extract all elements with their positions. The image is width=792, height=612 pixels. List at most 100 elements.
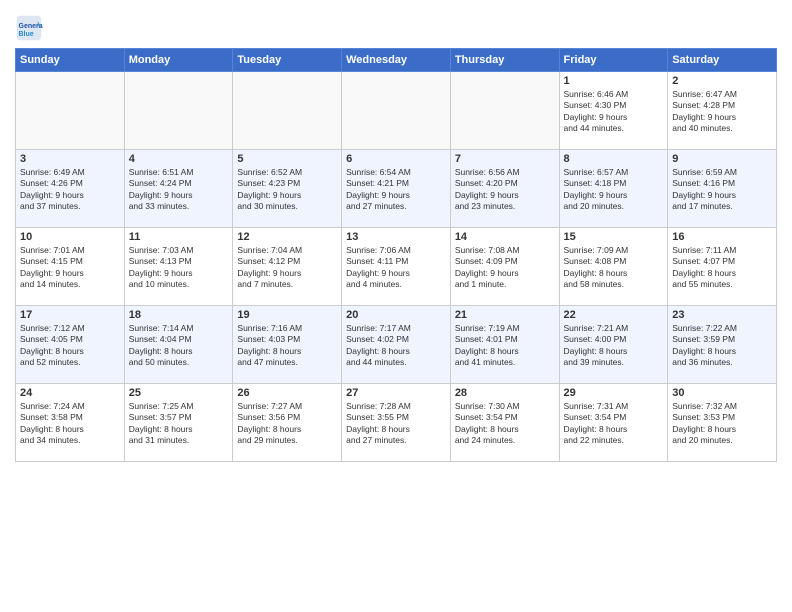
col-header-wednesday: Wednesday: [342, 49, 451, 72]
day-info: Sunrise: 7:11 AM Sunset: 4:07 PM Dayligh…: [672, 245, 772, 291]
day-info: Sunrise: 7:12 AM Sunset: 4:05 PM Dayligh…: [20, 323, 120, 369]
col-header-saturday: Saturday: [668, 49, 777, 72]
calendar-cell: [342, 72, 451, 150]
day-number: 7: [455, 153, 555, 165]
day-info: Sunrise: 7:06 AM Sunset: 4:11 PM Dayligh…: [346, 245, 446, 291]
calendar-cell: 10 Sunrise: 7:01 AM Sunset: 4:15 PM Dayli…: [16, 228, 125, 306]
day-number: 3: [20, 153, 120, 165]
logo-icon: General Blue: [15, 14, 43, 42]
day-info: Sunrise: 7:22 AM Sunset: 3:59 PM Dayligh…: [672, 323, 772, 369]
day-number: 12: [237, 231, 337, 243]
calendar-cell: [16, 72, 125, 150]
col-header-friday: Friday: [559, 49, 668, 72]
calendar-week-row: 1 Sunrise: 6:46 AM Sunset: 4:30 PM Daylig…: [16, 72, 777, 150]
col-header-tuesday: Tuesday: [233, 49, 342, 72]
day-number: 17: [20, 309, 120, 321]
calendar-cell: 12 Sunrise: 7:04 AM Sunset: 4:12 PM Dayli…: [233, 228, 342, 306]
calendar-table: SundayMondayTuesdayWednesdayThursdayFrid…: [15, 48, 777, 462]
day-number: 29: [564, 387, 664, 399]
day-number: 14: [455, 231, 555, 243]
day-number: 15: [564, 231, 664, 243]
calendar-cell: 27 Sunrise: 7:28 AM Sunset: 3:55 PM Dayli…: [342, 384, 451, 462]
calendar-cell: [124, 72, 233, 150]
day-number: 6: [346, 153, 446, 165]
calendar-cell: 8 Sunrise: 6:57 AM Sunset: 4:18 PM Daylig…: [559, 150, 668, 228]
day-info: Sunrise: 6:52 AM Sunset: 4:23 PM Dayligh…: [237, 167, 337, 213]
day-number: 5: [237, 153, 337, 165]
day-info: Sunrise: 7:19 AM Sunset: 4:01 PM Dayligh…: [455, 323, 555, 369]
day-info: Sunrise: 6:54 AM Sunset: 4:21 PM Dayligh…: [346, 167, 446, 213]
day-number: 13: [346, 231, 446, 243]
day-info: Sunrise: 7:32 AM Sunset: 3:53 PM Dayligh…: [672, 401, 772, 447]
day-info: Sunrise: 7:03 AM Sunset: 4:13 PM Dayligh…: [129, 245, 229, 291]
calendar-cell: 7 Sunrise: 6:56 AM Sunset: 4:20 PM Daylig…: [450, 150, 559, 228]
calendar-cell: 25 Sunrise: 7:25 AM Sunset: 3:57 PM Dayli…: [124, 384, 233, 462]
day-number: 27: [346, 387, 446, 399]
calendar-cell: 24 Sunrise: 7:24 AM Sunset: 3:58 PM Dayli…: [16, 384, 125, 462]
day-info: Sunrise: 6:49 AM Sunset: 4:26 PM Dayligh…: [20, 167, 120, 213]
logo: General Blue: [15, 14, 47, 42]
calendar-week-row: 24 Sunrise: 7:24 AM Sunset: 3:58 PM Dayli…: [16, 384, 777, 462]
day-number: 1: [564, 75, 664, 87]
day-number: 23: [672, 309, 772, 321]
calendar-week-row: 17 Sunrise: 7:12 AM Sunset: 4:05 PM Dayli…: [16, 306, 777, 384]
day-number: 4: [129, 153, 229, 165]
day-number: 20: [346, 309, 446, 321]
calendar-cell: 26 Sunrise: 7:27 AM Sunset: 3:56 PM Dayli…: [233, 384, 342, 462]
day-info: Sunrise: 6:56 AM Sunset: 4:20 PM Dayligh…: [455, 167, 555, 213]
col-header-sunday: Sunday: [16, 49, 125, 72]
day-info: Sunrise: 7:28 AM Sunset: 3:55 PM Dayligh…: [346, 401, 446, 447]
calendar-cell: 21 Sunrise: 7:19 AM Sunset: 4:01 PM Dayli…: [450, 306, 559, 384]
day-number: 26: [237, 387, 337, 399]
day-number: 10: [20, 231, 120, 243]
calendar-header-row: SundayMondayTuesdayWednesdayThursdayFrid…: [16, 49, 777, 72]
day-info: Sunrise: 7:25 AM Sunset: 3:57 PM Dayligh…: [129, 401, 229, 447]
calendar-cell: 5 Sunrise: 6:52 AM Sunset: 4:23 PM Daylig…: [233, 150, 342, 228]
calendar-week-row: 10 Sunrise: 7:01 AM Sunset: 4:15 PM Dayli…: [16, 228, 777, 306]
day-info: Sunrise: 7:09 AM Sunset: 4:08 PM Dayligh…: [564, 245, 664, 291]
day-info: Sunrise: 7:08 AM Sunset: 4:09 PM Dayligh…: [455, 245, 555, 291]
calendar-cell: 3 Sunrise: 6:49 AM Sunset: 4:26 PM Daylig…: [16, 150, 125, 228]
col-header-thursday: Thursday: [450, 49, 559, 72]
day-info: Sunrise: 7:04 AM Sunset: 4:12 PM Dayligh…: [237, 245, 337, 291]
calendar-cell: 9 Sunrise: 6:59 AM Sunset: 4:16 PM Daylig…: [668, 150, 777, 228]
day-info: Sunrise: 6:51 AM Sunset: 4:24 PM Dayligh…: [129, 167, 229, 213]
day-number: 2: [672, 75, 772, 87]
calendar-cell: 23 Sunrise: 7:22 AM Sunset: 3:59 PM Dayli…: [668, 306, 777, 384]
day-info: Sunrise: 7:30 AM Sunset: 3:54 PM Dayligh…: [455, 401, 555, 447]
day-number: 9: [672, 153, 772, 165]
day-number: 22: [564, 309, 664, 321]
calendar-cell: [233, 72, 342, 150]
header: General Blue: [15, 10, 777, 42]
day-info: Sunrise: 7:24 AM Sunset: 3:58 PM Dayligh…: [20, 401, 120, 447]
day-info: Sunrise: 7:01 AM Sunset: 4:15 PM Dayligh…: [20, 245, 120, 291]
day-info: Sunrise: 6:46 AM Sunset: 4:30 PM Dayligh…: [564, 89, 664, 135]
day-number: 24: [20, 387, 120, 399]
calendar-cell: 14 Sunrise: 7:08 AM Sunset: 4:09 PM Dayli…: [450, 228, 559, 306]
day-number: 21: [455, 309, 555, 321]
day-number: 19: [237, 309, 337, 321]
day-number: 25: [129, 387, 229, 399]
calendar-cell: 16Sunrise: 7:11 AM Sunset: 4:07 PM Dayli…: [668, 228, 777, 306]
calendar-cell: [450, 72, 559, 150]
calendar-cell: 11Sunrise: 7:03 AM Sunset: 4:13 PM Dayli…: [124, 228, 233, 306]
calendar-cell: 4 Sunrise: 6:51 AM Sunset: 4:24 PM Daylig…: [124, 150, 233, 228]
svg-text:Blue: Blue: [19, 31, 34, 38]
day-number: 8: [564, 153, 664, 165]
calendar-cell: 2Sunrise: 6:47 AM Sunset: 4:28 PM Daylig…: [668, 72, 777, 150]
day-number: 28: [455, 387, 555, 399]
calendar-cell: 20Sunrise: 7:17 AM Sunset: 4:02 PM Dayli…: [342, 306, 451, 384]
day-info: Sunrise: 6:59 AM Sunset: 4:16 PM Dayligh…: [672, 167, 772, 213]
calendar-cell: 22Sunrise: 7:21 AM Sunset: 4:00 PM Dayli…: [559, 306, 668, 384]
calendar-cell: 19 Sunrise: 7:16 AM Sunset: 4:03 PM Dayli…: [233, 306, 342, 384]
calendar-cell: 17 Sunrise: 7:12 AM Sunset: 4:05 PM Dayli…: [16, 306, 125, 384]
day-info: Sunrise: 7:27 AM Sunset: 3:56 PM Dayligh…: [237, 401, 337, 447]
calendar-cell: 29Sunrise: 7:31 AM Sunset: 3:54 PM Dayli…: [559, 384, 668, 462]
calendar-cell: 6 Sunrise: 6:54 AM Sunset: 4:21 PM Daylig…: [342, 150, 451, 228]
day-info: Sunrise: 7:16 AM Sunset: 4:03 PM Dayligh…: [237, 323, 337, 369]
day-info: Sunrise: 6:57 AM Sunset: 4:18 PM Dayligh…: [564, 167, 664, 213]
calendar-cell: 1 Sunrise: 6:46 AM Sunset: 4:30 PM Daylig…: [559, 72, 668, 150]
day-number: 30: [672, 387, 772, 399]
calendar-cell: 18Sunrise: 7:14 AM Sunset: 4:04 PM Dayli…: [124, 306, 233, 384]
calendar-cell: 28 Sunrise: 7:30 AM Sunset: 3:54 PM Dayli…: [450, 384, 559, 462]
